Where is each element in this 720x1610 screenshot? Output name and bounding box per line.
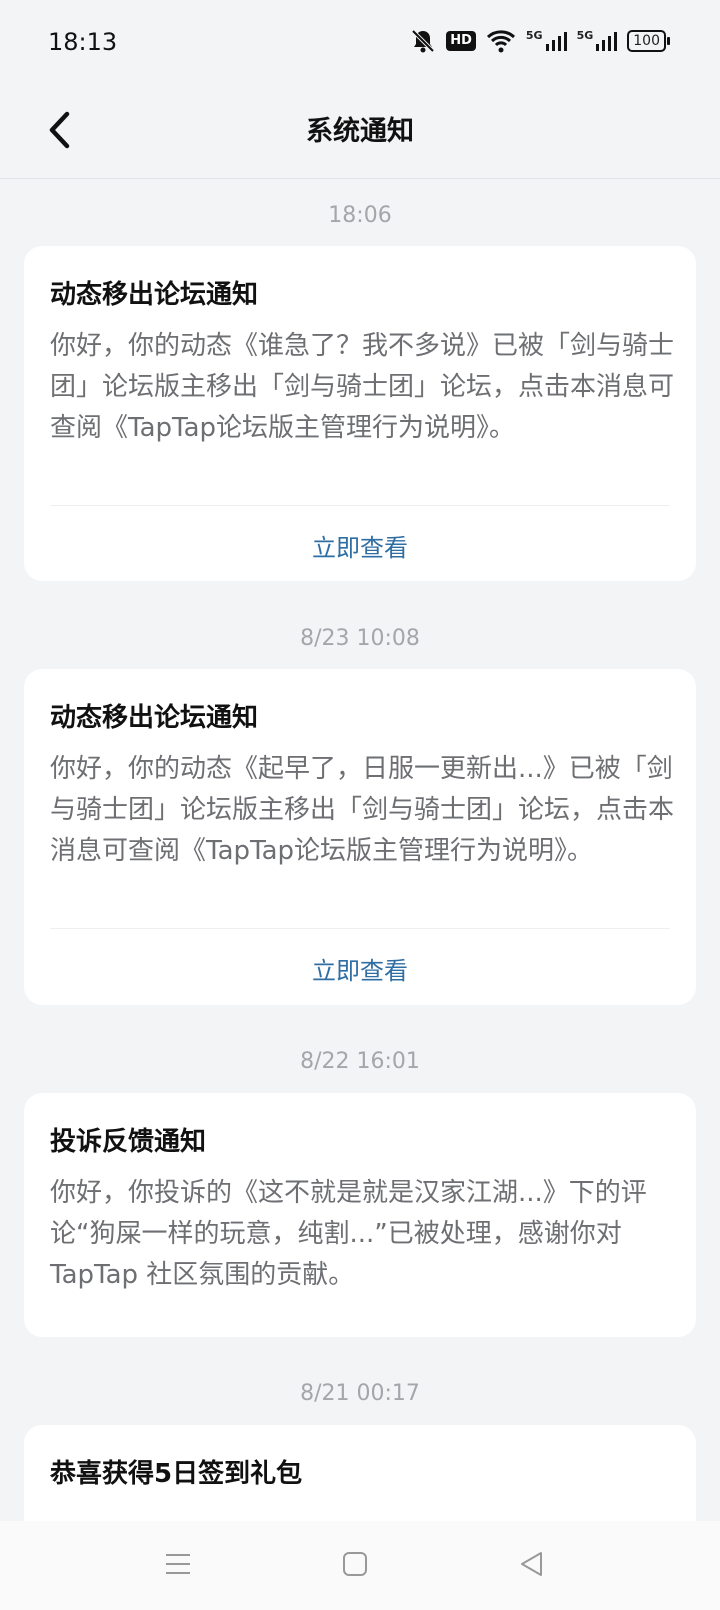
hd-icon: HD	[446, 31, 476, 51]
notification-title: 动态移出论坛通知	[50, 280, 259, 310]
home-square-icon	[341, 1550, 369, 1582]
notification-card[interactable]: 投诉反馈通知 你好，你投诉的《这不就是就是汉家江湖...》下的评论“狗屎一样的玩…	[24, 1093, 696, 1337]
timestamp: 8/22 16:01	[300, 1049, 420, 1074]
bell-muted-icon	[410, 28, 436, 54]
divider	[50, 928, 670, 929]
divider	[50, 505, 670, 506]
notification-body: 你好，你投诉的《这不就是就是汉家江湖...》下的评论“狗屎一样的玩意，纯割...…	[50, 1178, 647, 1290]
notification-title: 恭喜获得5日签到礼包	[50, 1459, 303, 1489]
back-triangle-icon	[518, 1550, 546, 1582]
notification-title: 投诉反馈通知	[50, 1127, 207, 1157]
wifi-icon	[486, 29, 516, 53]
notification-card[interactable]: 恭喜获得5日签到礼包	[24, 1425, 696, 1521]
menu-button[interactable]	[153, 1541, 203, 1591]
5g-signal-icon: 5G	[577, 30, 618, 52]
timestamp: 18:06	[328, 203, 392, 228]
timestamp: 8/23 10:08	[300, 626, 420, 651]
status-time: 18:13	[48, 28, 118, 56]
status-icons: HD 5G 5G 100	[410, 28, 670, 54]
notification-title: 动态移出论坛通知	[50, 703, 259, 733]
5g-signal-icon: 5G	[526, 30, 567, 52]
home-button[interactable]	[330, 1541, 380, 1591]
notification-card[interactable]: 动态移出论坛通知 你好，你的动态《谁急了？我不多说》已被「剑与骑士团」论坛版主移…	[24, 246, 696, 581]
timestamp: 8/21 00:17	[300, 1381, 420, 1406]
view-now-button[interactable]: 立即查看	[24, 951, 696, 986]
notification-list[interactable]: 18:06 动态移出论坛通知 你好，你的动态《谁急了？我不多说》已被「剑与骑士团…	[0, 179, 720, 1521]
view-now-button[interactable]: 立即查看	[24, 528, 696, 563]
notification-body: 你好，你的动态《谁急了？我不多说》已被「剑与骑士团」论坛版主移出「剑与骑士团」论…	[50, 331, 675, 443]
page-title: 系统通知	[306, 116, 414, 147]
status-bar: 18:13 HD 5G 5G 100	[0, 0, 720, 86]
system-nav-bar	[0, 1521, 720, 1610]
menu-icon	[164, 1550, 192, 1582]
notification-body: 你好，你的动态《起早了，日服一更新出...》已被「剑与骑士团」论坛版主移出「剑与…	[50, 754, 675, 866]
back-nav-button[interactable]	[507, 1541, 557, 1591]
notification-card[interactable]: 动态移出论坛通知 你好，你的动态《起早了，日服一更新出...》已被「剑与骑士团」…	[24, 669, 696, 1005]
app-bar: 系统通知	[0, 86, 720, 179]
battery-icon: 100	[627, 30, 670, 52]
battery-level: 100	[627, 30, 666, 52]
